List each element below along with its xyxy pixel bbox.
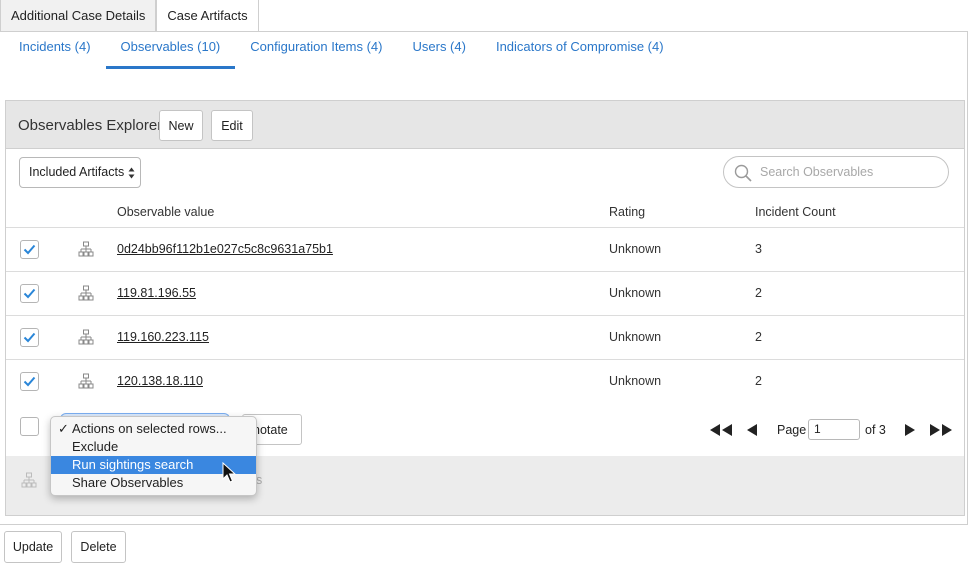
observable-value-link[interactable]: 119.160.223.115: [117, 330, 209, 344]
incident-count-value: 3: [755, 242, 762, 256]
rating-value: Unknown: [609, 286, 662, 300]
observable-value-link[interactable]: 119.81.196.55: [117, 286, 196, 300]
checkmark-icon: [23, 244, 36, 255]
menu-item-exclude[interactable]: Exclude: [51, 438, 256, 456]
previous-page-icon[interactable]: [746, 423, 758, 437]
rating-value: Unknown: [609, 330, 662, 344]
select-arrows-icon: [128, 167, 135, 179]
incident-count-value: 2: [755, 286, 762, 300]
row-checkbox[interactable]: [20, 284, 39, 303]
delete-button[interactable]: Delete: [71, 531, 126, 563]
checkmark-icon: [23, 332, 36, 343]
tab-observables[interactable]: Observables (10): [105, 36, 236, 69]
new-button[interactable]: New: [159, 110, 203, 141]
tab-additional-case-details[interactable]: Additional Case Details: [0, 0, 157, 32]
hierarchy-icon[interactable]: [78, 285, 94, 301]
row-checkbox[interactable]: [20, 240, 39, 259]
checkmark-icon: ✓: [58, 421, 69, 436]
tab-case-artifacts[interactable]: Case Artifacts: [156, 0, 259, 32]
search-placeholder: Search Observables: [760, 165, 874, 179]
hierarchy-icon[interactable]: [78, 241, 94, 257]
observable-value-link[interactable]: 120.138.18.110: [117, 374, 203, 388]
search-observables-input[interactable]: Search Observables: [723, 156, 949, 188]
rating-value: Unknown: [609, 374, 662, 388]
divider: [6, 359, 964, 360]
page-number-value: 1: [814, 422, 821, 436]
page-number-input[interactable]: 1: [808, 419, 860, 440]
rating-value: Unknown: [609, 242, 662, 256]
first-page-icon[interactable]: [708, 423, 734, 437]
checkmark-icon: [23, 376, 36, 387]
next-page-icon[interactable]: [904, 423, 916, 437]
divider: [6, 227, 964, 228]
edit-button[interactable]: Edit: [211, 110, 253, 141]
mouse-pointer-icon: [222, 462, 236, 483]
artifact-filter-value: Included Artifacts: [29, 165, 125, 179]
divider: [6, 315, 964, 316]
row-checkbox[interactable]: [20, 372, 39, 391]
explorer-header: Observables Explorer New Edit: [6, 101, 964, 149]
page-label: Page: [777, 423, 807, 437]
incident-count-value: 2: [755, 330, 762, 344]
update-button[interactable]: Update: [4, 531, 62, 563]
artifact-filter-select[interactable]: Included Artifacts: [19, 157, 141, 188]
page-total: of 3: [865, 423, 886, 437]
observable-value-link[interactable]: 0d24bb96f112b1e027c5c8c9631a75b1: [117, 242, 333, 256]
search-icon: [734, 164, 752, 182]
hierarchy-icon[interactable]: [78, 373, 94, 389]
tab-indicators-of-compromise[interactable]: Indicators of Compromise (4): [481, 36, 679, 69]
hierarchy-icon[interactable]: [78, 329, 94, 345]
actions-dropdown-menu: ✓ Actions on selected rows... Exclude Ru…: [50, 416, 257, 496]
column-header-rating[interactable]: Rating: [609, 205, 645, 219]
explorer-title: Observables Explorer: [18, 117, 163, 134]
row-checkbox[interactable]: [20, 328, 39, 347]
column-header-observable-value[interactable]: Observable value: [117, 205, 214, 219]
hierarchy-icon: [21, 472, 37, 488]
top-tab-bar: Additional Case Details Case Artifacts: [0, 0, 259, 32]
tab-configuration-items[interactable]: Configuration Items (4): [235, 36, 397, 69]
column-header-incident-count[interactable]: Incident Count: [755, 205, 836, 219]
incident-count-value: 2: [755, 374, 762, 388]
checkmark-icon: [23, 288, 36, 299]
menu-item-actions-on-selected-rows[interactable]: ✓ Actions on selected rows...: [51, 420, 256, 438]
divider: [6, 271, 964, 272]
artifact-sub-tabs: Incidents (4) Observables (10) Configura…: [4, 36, 679, 69]
last-page-icon[interactable]: [928, 423, 954, 437]
select-all-checkbox[interactable]: [20, 417, 39, 436]
tab-incidents[interactable]: Incidents (4): [4, 36, 106, 69]
tab-users[interactable]: Users (4): [398, 36, 481, 69]
